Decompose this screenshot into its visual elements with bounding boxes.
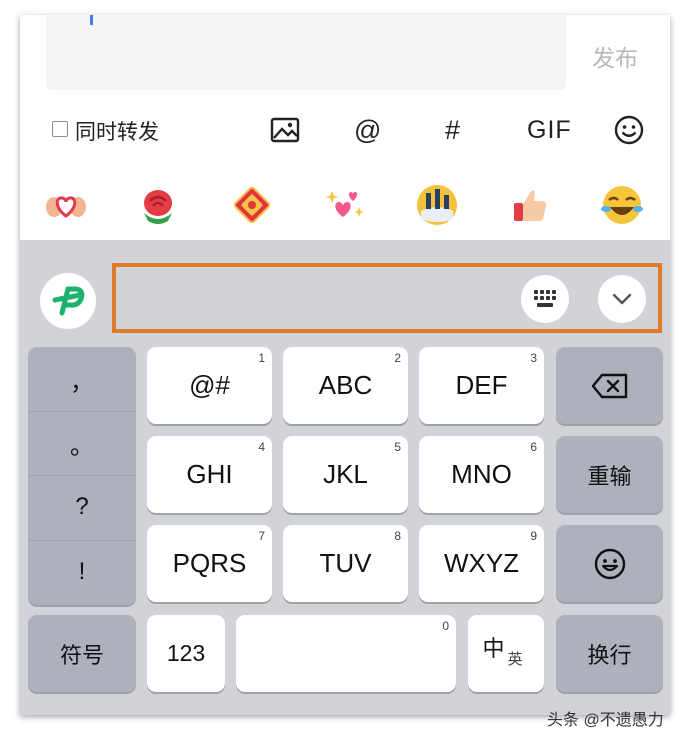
mention-icon[interactable]: @: [354, 114, 381, 146]
key-number: 3: [530, 351, 537, 365]
key-3[interactable]: DEF 3: [419, 347, 544, 424]
period-key[interactable]: 。: [28, 411, 136, 475]
lang-sub-label: 英: [507, 651, 523, 668]
key-label: MNO: [451, 459, 512, 489]
language-switch-key[interactable]: 中 英: [468, 615, 544, 692]
key-label: @#: [189, 370, 230, 400]
candidate-input-strip[interactable]: [112, 263, 662, 333]
heart-hands-emoji-icon[interactable]: [44, 183, 88, 227]
rose-emoji-icon[interactable]: [136, 183, 180, 227]
key-number: 7: [258, 529, 265, 543]
backspace-key[interactable]: [556, 347, 663, 424]
key-number: 6: [530, 440, 537, 454]
lang-main-label: 中: [482, 635, 505, 661]
image-icon[interactable]: [269, 114, 301, 146]
key-2[interactable]: ABC 2: [283, 347, 408, 424]
key-number: 4: [258, 440, 265, 454]
key-7[interactable]: PQRS 7: [147, 525, 272, 602]
red-envelope-emoji-icon[interactable]: [230, 183, 274, 227]
key-9[interactable]: WXYZ 9: [419, 525, 544, 602]
key-5[interactable]: JKL 5: [283, 436, 408, 513]
laughing-crying-emoji-icon[interactable]: [600, 183, 644, 227]
smiley-icon[interactable]: [613, 114, 645, 146]
key-1[interactable]: @# 1: [147, 347, 272, 424]
key-label: WXYZ: [443, 548, 520, 578]
key-label: TUV: [319, 548, 372, 578]
emoji-icon: [594, 548, 625, 579]
reinput-key[interactable]: 重输: [556, 436, 663, 513]
space-key[interactable]: 0: [236, 615, 456, 692]
comma-key[interactable]: ，: [28, 347, 136, 411]
keyboard-grid-icon: [534, 290, 556, 307]
topic-icon[interactable]: #: [445, 114, 460, 146]
punctuation-column[interactable]: ， 。 ? !: [28, 347, 136, 605]
repost-label[interactable]: 同时转发: [75, 116, 159, 146]
key-6[interactable]: MNO 6: [419, 436, 544, 513]
key-number: 0: [442, 619, 449, 633]
keyboard: ， 。 ? ! @# 1 ABC 2 DEF 3 GHI 4 JKL 5 MNO…: [20, 240, 670, 715]
chevron-down-icon: [612, 293, 632, 305]
candle-cake-emoji-icon[interactable]: [415, 183, 459, 227]
compose-toolbar: 同时转发 @ # GIF: [20, 110, 670, 150]
numbers-key[interactable]: 123: [147, 615, 225, 692]
key-number: 5: [394, 440, 401, 454]
backspace-icon: [591, 373, 627, 398]
collapse-keyboard-button[interactable]: [598, 275, 646, 323]
repost-checkbox[interactable]: [52, 121, 68, 137]
ime-logo-button[interactable]: [40, 273, 96, 329]
publish-button[interactable]: 发布: [592, 39, 638, 73]
watermark: 头条 @不遗愚力: [547, 712, 664, 729]
key-number: 1: [258, 351, 265, 365]
symbols-key[interactable]: 符号: [28, 615, 136, 692]
key-label: ABC: [318, 370, 373, 400]
key-label: GHI: [186, 459, 233, 489]
key-number: 9: [530, 529, 537, 543]
quick-emoji-row: [20, 175, 670, 235]
keyboard-layout-button[interactable]: [521, 275, 569, 323]
question-key[interactable]: ?: [28, 475, 136, 539]
key-label: JKL: [323, 459, 368, 489]
key-8[interactable]: TUV 8: [283, 525, 408, 602]
compose-screen: 发布 同时转发 @ # GIF ， 。 ? ! @# 1 ABC 2 DEF 3…: [20, 15, 670, 715]
key-4[interactable]: GHI 4: [147, 436, 272, 513]
ime-logo-icon: [52, 286, 85, 316]
emoji-key[interactable]: [556, 525, 663, 602]
key-label: DEF: [455, 370, 508, 400]
exclamation-key[interactable]: !: [28, 540, 136, 604]
gif-icon[interactable]: GIF: [527, 114, 572, 146]
thumbs-up-emoji-icon[interactable]: [508, 183, 552, 227]
text-cursor: [90, 15, 93, 25]
post-text-area[interactable]: [46, 15, 566, 90]
key-number: 2: [394, 351, 401, 365]
key-label: PQRS: [172, 548, 247, 578]
key-number: 8: [394, 529, 401, 543]
sparkling-hearts-emoji-icon[interactable]: [323, 183, 367, 227]
newline-key[interactable]: 换行: [556, 615, 663, 692]
